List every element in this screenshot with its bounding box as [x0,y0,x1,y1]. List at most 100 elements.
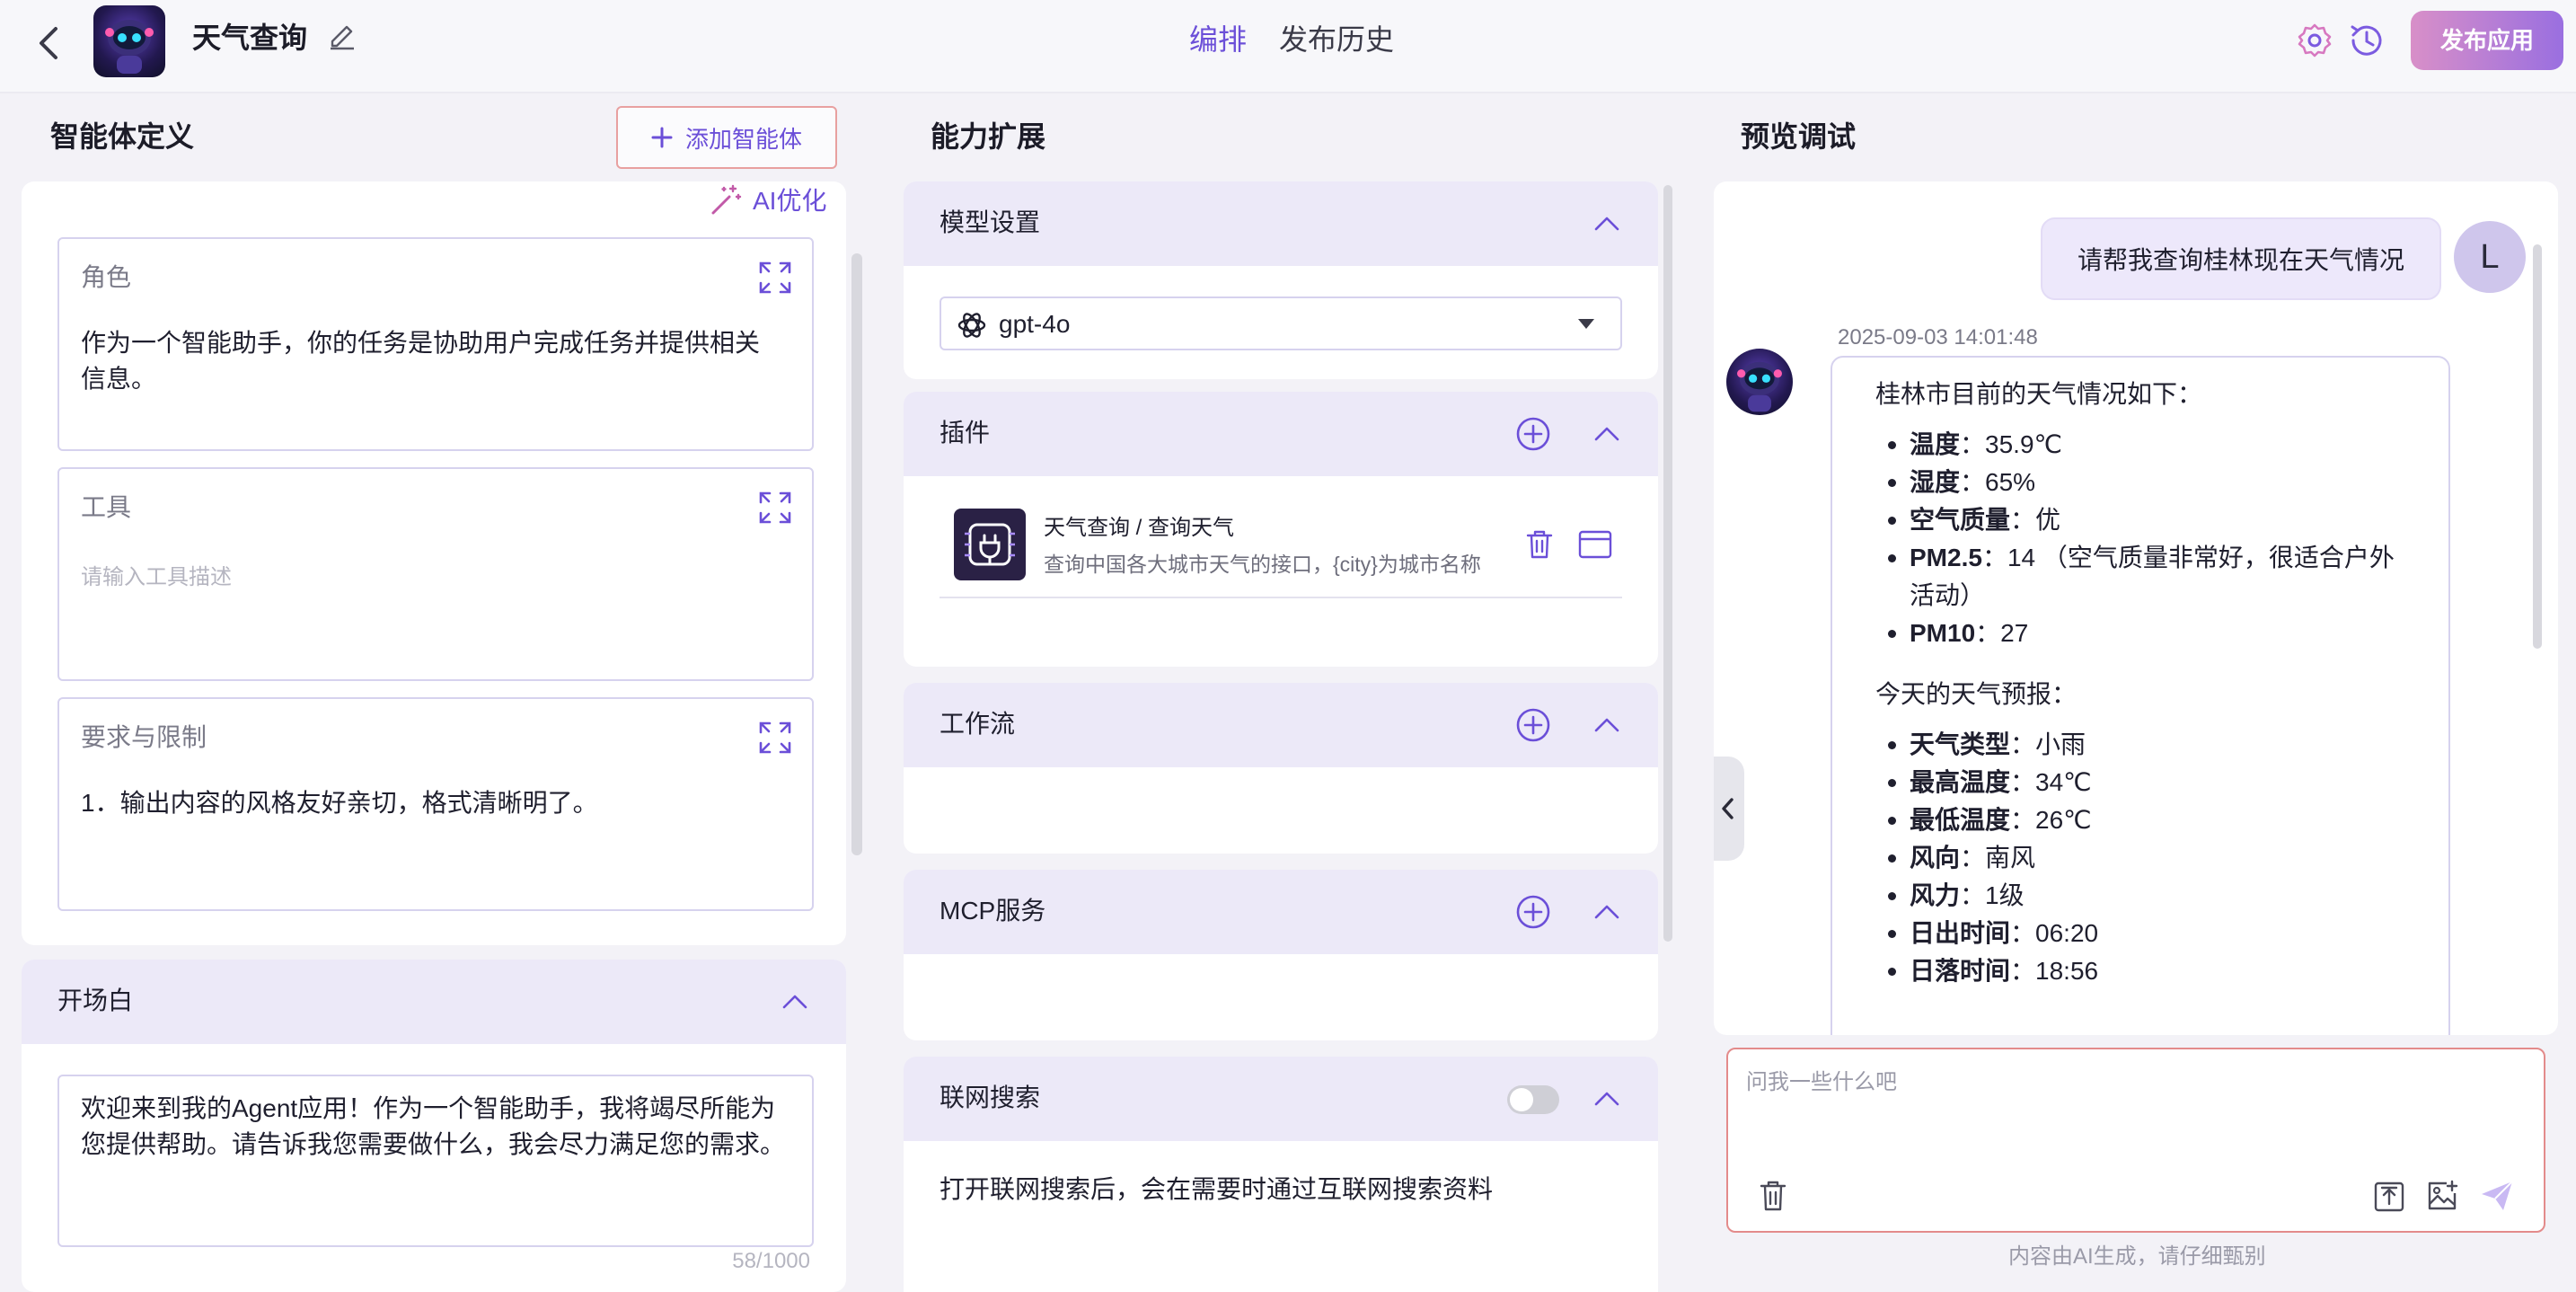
bot-avatar [1726,349,1793,415]
mcp-section: MCP服务 [904,870,1658,1040]
chat-panel: 请帮我查询桂林现在天气情况 L 2025-09-03 14:01:48 桂林市目… [1714,181,2558,1035]
toggle-knob [1510,1088,1533,1111]
magic-wand-icon [710,182,744,217]
chat-input[interactable]: 问我一些什么吧 [1726,1048,2545,1233]
bot-message: 桂林市目前的天气情况如下： 温度：35.9℃ 湿度：65% 空气质量：优 PM2… [1831,356,2450,1035]
capability-title: 能力扩展 [931,120,1046,153]
send-icon[interactable] [2479,1179,2515,1213]
expand-icon[interactable] [758,721,792,755]
expand-icon[interactable] [758,491,792,525]
mcp-header[interactable]: MCP服务 [904,870,1658,954]
collapse-panel-button[interactable] [1714,757,1744,861]
tools-placeholder[interactable]: 请输入工具描述 [81,559,232,590]
web-search-section: 联网搜索 打开联网搜索后，会在需要时通过互联网搜索资料 [904,1057,1658,1292]
workflow-title: 工作流 [940,710,1016,738]
opening-textarea[interactable]: 欢迎来到我的Agent应用！作为一个智能助手，我将竭尽所能为您提供帮助。请告诉我… [57,1075,814,1247]
ai-disclaimer: 内容由AI生成，请仔细甄别 [2008,1244,2266,1269]
add-agent-label: 添加智能体 [684,125,802,153]
list-item: 风力：1级 [1888,877,2405,915]
plugin-name: 天气查询 / 查询天气 [1044,516,1235,540]
card-icon[interactable] [1577,528,1613,561]
ai-optimize-button[interactable]: AI优化 [710,181,826,217]
tab-publish-history[interactable]: 发布历史 [1279,20,1394,59]
opening-title: 开场白 [57,987,134,1014]
expand-icon[interactable] [758,261,792,295]
requirements-card-title: 要求与限制 [81,723,207,751]
opening-panel: 开场白 欢迎来到我的Agent应用！作为一个智能助手，我将竭尽所能为您提供帮助。… [22,960,846,1292]
app-avatar [93,5,165,77]
workflow-header[interactable]: 工作流 [904,683,1658,767]
left-scrollbar[interactable] [851,253,862,855]
list-item: PM10：27 [1888,615,2405,652]
edit-icon[interactable] [327,20,357,50]
web-search-toggle[interactable] [1507,1085,1559,1114]
web-search-header[interactable]: 联网搜索 [904,1057,1658,1141]
preview-title: 预览调试 [1741,120,1857,153]
model-value: gpt-4o [999,310,1071,338]
chevron-up-icon[interactable] [1592,710,1622,740]
chat-input-placeholder[interactable]: 问我一些什么吧 [1746,1064,1897,1095]
agent-definition-panel: AI优化 角色 作为一个智能助手，你的任务是协助用户完成任务并提供相关信息。 工… [22,181,846,945]
list-item: 最高温度：34℃ [1888,764,2405,801]
history-icon[interactable] [2348,22,2386,59]
user-message: 请帮我查询桂林现在天气情况 [2041,217,2441,300]
app-title: 天气查询 [192,22,308,54]
add-mcp-icon[interactable] [1514,893,1552,931]
plus-icon [651,127,673,148]
bot-intro: 桂林市目前的天气情况如下： [1875,380,2203,408]
list-item: 最低温度：26℃ [1888,801,2405,839]
requirements-card-text[interactable]: 1．输出内容的风格友好亲切，格式清晰明了。 [81,785,763,821]
model-settings-header[interactable]: 模型设置 [904,181,1658,266]
list-item: 湿度：65% [1888,464,2405,501]
avatar: L [2454,221,2526,293]
list-item: PM2.5：14 （空气质量非常好，很适合户外活动） [1888,539,2405,615]
openai-icon [956,309,988,341]
tab-arrange[interactable]: 编排 [1189,20,1247,59]
chevron-up-icon[interactable] [1592,208,1622,239]
tools-card[interactable]: 工具 请输入工具描述 [57,467,814,681]
chevron-up-icon[interactable] [1592,1084,1622,1114]
tools-card-title: 工具 [81,493,132,521]
requirements-card[interactable]: 要求与限制 1．输出内容的风格友好亲切，格式清晰明了。 [57,697,814,911]
image-icon[interactable] [2425,1179,2459,1213]
plugins-title: 插件 [940,419,991,447]
chevron-up-icon[interactable] [1592,897,1622,927]
role-card-text[interactable]: 作为一个智能助手，你的任务是协助用户完成任务并提供相关信息。 [81,325,763,397]
forecast-list: 天气类型：小雨 最高温度：34℃ 最低温度：26℃ 风向：南风 风力：1级 日出… [1875,726,2405,990]
forecast-title: 今天的天气预报： [1875,680,2078,708]
settings-icon[interactable] [2296,22,2333,59]
plugin-item[interactable]: 天气查询 / 查询天气 查询中国各大城市天气的接口，{city}为城市名称 [940,509,1622,598]
add-plugin-icon[interactable] [1514,415,1552,453]
current-weather-list: 温度：35.9℃ 湿度：65% 空气质量：优 PM2.5：14 （空气质量非常好… [1875,426,2405,652]
model-settings-section: 模型设置 gpt-4o [904,181,1658,379]
web-search-description: 打开联网搜索后，会在需要时通过互联网搜索资料 [940,1175,1494,1203]
model-settings-title: 模型设置 [940,208,1041,236]
trash-icon[interactable] [1757,1179,1789,1213]
plugin-description: 查询中国各大城市天气的接口，{city}为城市名称 [1044,553,1481,576]
publish-button[interactable]: 发布应用 [2411,11,2563,70]
chevron-up-icon[interactable] [780,987,810,1017]
role-card[interactable]: 角色 作为一个智能助手，你的任务是协助用户完成任务并提供相关信息。 [57,237,814,451]
agent-definition-title: 智能体定义 [50,120,195,153]
trash-icon[interactable] [1523,528,1556,561]
upload-icon[interactable] [2373,1181,2405,1213]
top-bar: 天气查询 编排 发布历史 发布应用 [0,0,2576,93]
model-select[interactable]: gpt-4o [940,296,1622,350]
ai-optimize-label: AI优化 [753,187,827,215]
role-card-title: 角色 [81,263,132,291]
middle-scrollbar[interactable] [1663,185,1672,942]
chat-scrollbar[interactable] [2533,244,2542,649]
list-item: 日落时间：18:56 [1888,952,2405,990]
char-count: 58/1000 [732,1249,810,1273]
list-item: 天气类型：小雨 [1888,726,2405,764]
mcp-title: MCP服务 [940,897,1046,925]
plugins-section: 插件 天气查询 / 查询天气 查询中国各大城市天气的接口，{city}为城市名称 [904,392,1658,667]
opening-header[interactable]: 开场白 [22,960,846,1044]
plugin-icon [954,509,1026,580]
back-icon[interactable] [32,25,68,61]
plugins-header[interactable]: 插件 [904,392,1658,476]
top-tabs: 编排 发布历史 [1189,20,1394,59]
add-workflow-icon[interactable] [1514,706,1552,744]
chevron-up-icon[interactable] [1592,419,1622,449]
add-agent-button[interactable]: 添加智能体 [616,106,837,169]
